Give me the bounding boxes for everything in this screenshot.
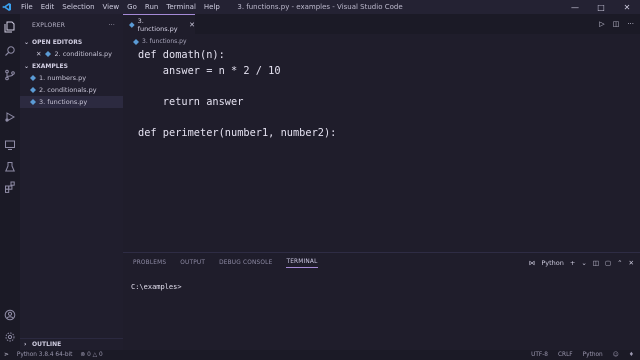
chevron-down-icon: ⌄ bbox=[24, 62, 30, 70]
maximize-icon[interactable]: □ bbox=[588, 0, 614, 14]
maximize-panel-icon[interactable]: ⌃ bbox=[617, 259, 622, 267]
breadcrumb-file[interactable]: 3. functions.py bbox=[142, 38, 187, 45]
bottom-panel: PROBLEMS OUTPUT DEBUG CONSOLE TERMINAL ⋈… bbox=[123, 252, 640, 350]
window-controls: — □ ✕ bbox=[562, 0, 640, 14]
tab-label: 3. functions.py bbox=[137, 16, 178, 33]
close-tab-icon[interactable]: ✕ bbox=[189, 21, 195, 29]
examples-folder-section[interactable]: ⌄ EXAMPLES bbox=[20, 60, 123, 72]
activity-bar bbox=[0, 14, 20, 350]
run-file-icon[interactable]: ▷ bbox=[599, 20, 604, 28]
file-item-selected[interactable]: 3. functions.py bbox=[20, 96, 123, 108]
python-file-icon bbox=[30, 87, 36, 93]
menu-run[interactable]: Run bbox=[141, 0, 162, 14]
split-terminal-icon[interactable]: ◫ bbox=[593, 259, 599, 267]
tab-problems[interactable]: PROBLEMS bbox=[133, 260, 166, 266]
menu-edit[interactable]: Edit bbox=[37, 0, 59, 14]
warning-count: 0 bbox=[98, 352, 103, 358]
panel-tabs: PROBLEMS OUTPUT DEBUG CONSOLE TERMINAL bbox=[133, 253, 318, 273]
run-debug-icon[interactable] bbox=[3, 110, 17, 124]
minimize-icon[interactable]: — bbox=[562, 0, 588, 14]
title-bar: File Edit Selection View Go Run Terminal… bbox=[0, 0, 640, 14]
tab-output[interactable]: OUTPUT bbox=[180, 260, 205, 266]
chevron-down-icon[interactable]: ⌄ bbox=[581, 259, 586, 267]
code-line: answer = n * 2 / 10 bbox=[138, 64, 281, 77]
menu-view[interactable]: View bbox=[99, 0, 124, 14]
file-label: 1. numbers.py bbox=[39, 74, 87, 82]
outline-label: OUTLINE bbox=[32, 341, 62, 348]
file-label: 2. conditionals.py bbox=[39, 86, 97, 94]
source-control-icon[interactable] bbox=[3, 68, 17, 82]
explorer-header: EXPLORER ··· bbox=[20, 14, 123, 36]
extensions-icon[interactable] bbox=[3, 180, 17, 194]
breadcrumb: 3. functions.py bbox=[133, 36, 187, 47]
open-editor-item[interactable]: ✕ 2. conditionals.py bbox=[20, 48, 123, 60]
panel-actions: ⋈ Python + ⌄ ◫ ▢ ⌃ ✕ bbox=[529, 253, 634, 273]
split-editor-icon[interactable]: ◫ bbox=[613, 20, 620, 28]
code-line: def perimeter(number1, number2): bbox=[138, 126, 337, 139]
python-interpreter[interactable]: Python 3.8.4 64-bit bbox=[17, 352, 73, 358]
file-label: 3. functions.py bbox=[39, 98, 88, 106]
remote-icon[interactable]: ⋗ bbox=[4, 352, 9, 358]
python-file-icon bbox=[30, 75, 36, 81]
warning-icon: △ bbox=[92, 352, 98, 358]
new-terminal-icon[interactable]: + bbox=[570, 259, 575, 267]
python-file-icon bbox=[133, 38, 139, 45]
vscode-logo-icon bbox=[0, 0, 14, 14]
open-editors-label: OPEN EDITORS bbox=[32, 38, 83, 46]
tab-debug-console[interactable]: DEBUG CONSOLE bbox=[219, 260, 272, 266]
menu-terminal[interactable]: Terminal bbox=[162, 0, 200, 14]
manage-gear-icon[interactable] bbox=[3, 330, 17, 344]
open-editors-section[interactable]: ⌄ OPEN EDITORS bbox=[20, 36, 123, 48]
open-editor-label: 2. conditionals.py bbox=[54, 50, 112, 58]
close-panel-icon[interactable]: ✕ bbox=[629, 259, 634, 267]
status-bar: ⋗ Python 3.8.4 64-bit ⊗ 0 △ 0 UTF-8 CRLF… bbox=[0, 350, 640, 360]
tab-terminal[interactable]: TERMINAL bbox=[286, 259, 318, 268]
tab-functions-py[interactable]: 3. functions.py ✕ bbox=[123, 14, 195, 34]
error-icon: ⊗ bbox=[80, 352, 86, 358]
chevron-down-icon: ⌄ bbox=[24, 38, 30, 46]
outline-section[interactable]: › OUTLINE bbox=[20, 338, 123, 350]
error-count: 0 bbox=[87, 352, 91, 358]
close-icon[interactable]: ✕ bbox=[614, 0, 640, 14]
problems-status[interactable]: ⊗ 0 △ 0 bbox=[80, 352, 102, 358]
close-icon[interactable]: ✕ bbox=[36, 50, 41, 58]
search-icon[interactable] bbox=[3, 44, 17, 58]
explorer-icon[interactable] bbox=[3, 20, 17, 34]
account-icon[interactable] bbox=[3, 308, 17, 322]
file-item[interactable]: 2. conditionals.py bbox=[20, 84, 123, 96]
menu-help[interactable]: Help bbox=[200, 0, 224, 14]
trash-icon[interactable]: ▢ bbox=[605, 259, 611, 267]
remote-explorer-icon[interactable] bbox=[3, 138, 17, 152]
menu-bar: File Edit Selection View Go Run Terminal… bbox=[17, 0, 224, 14]
menu-go[interactable]: Go bbox=[123, 0, 141, 14]
more-actions-icon[interactable]: ··· bbox=[627, 20, 634, 28]
examples-folder-label: EXAMPLES bbox=[32, 62, 68, 70]
code-line: def domath(n): bbox=[138, 49, 225, 61]
python-file-icon bbox=[129, 21, 135, 28]
testing-icon[interactable] bbox=[3, 160, 17, 174]
python-file-icon bbox=[45, 51, 52, 57]
menu-file[interactable]: File bbox=[17, 0, 37, 14]
language-mode[interactable]: Python bbox=[583, 352, 603, 358]
line-endings[interactable]: CRLF bbox=[558, 352, 573, 358]
explorer-sidebar: EXPLORER ··· ⌄ OPEN EDITORS ✕ 2. conditi… bbox=[20, 14, 123, 350]
explorer-title: EXPLORER bbox=[32, 21, 66, 29]
terminal-shell-label[interactable]: Python bbox=[541, 259, 564, 267]
more-actions-icon[interactable]: ··· bbox=[109, 22, 115, 29]
editor-tab-bar: 3. functions.py ✕ ▷ ◫ ··· bbox=[123, 14, 640, 34]
feedback-icon[interactable]: ☺ bbox=[613, 352, 619, 358]
terminal-output[interactable]: C:\examples> bbox=[131, 283, 182, 291]
terminal-shell-icon: ⋈ bbox=[528, 259, 536, 267]
python-file-icon bbox=[30, 99, 36, 105]
chevron-right-icon: › bbox=[24, 341, 27, 348]
code-line: return answer bbox=[138, 95, 244, 108]
encoding[interactable]: UTF-8 bbox=[531, 352, 548, 358]
code-editor[interactable]: def domath(n): answer = n * 2 / 10 retur… bbox=[138, 48, 336, 141]
notifications-icon[interactable]: ♦ bbox=[629, 352, 634, 358]
editor-actions: ▷ ◫ ··· bbox=[599, 14, 634, 34]
file-item[interactable]: 1. numbers.py bbox=[20, 72, 123, 84]
menu-selection[interactable]: Selection bbox=[58, 0, 98, 14]
